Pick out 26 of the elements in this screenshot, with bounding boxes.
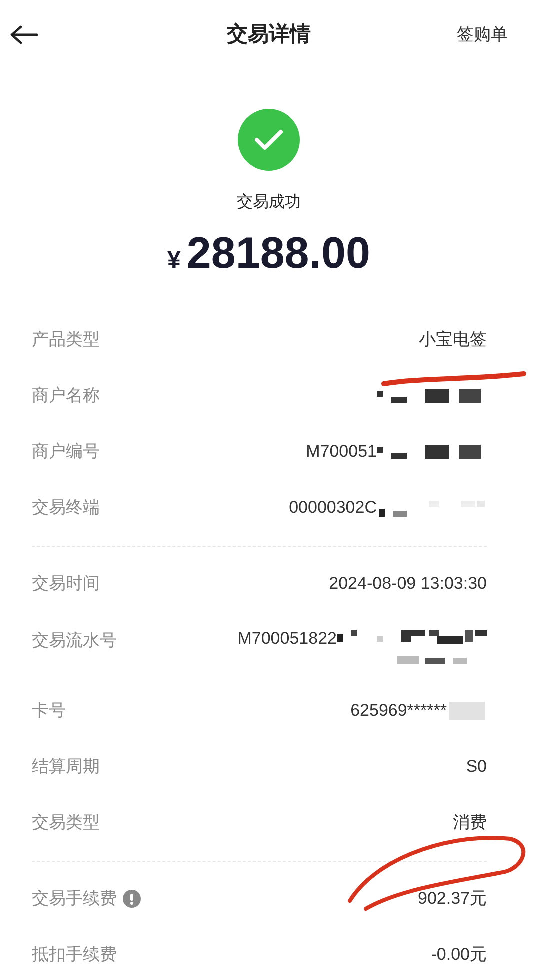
field-value: 00000302C — [289, 497, 377, 519]
field-value: 2024-08-09 13:03:30 — [329, 573, 487, 595]
field-value: M700051 — [306, 441, 377, 463]
sign-slip-link[interactable]: 签购单 — [457, 22, 508, 48]
page-title: 交易详情 — [227, 22, 311, 48]
field-value: 小宝电签 — [419, 329, 487, 351]
amount-value: 28188.00 — [186, 229, 370, 279]
field-label: 卡号 — [32, 700, 66, 722]
field-value: M700051822 — [238, 628, 337, 650]
field-value: -0.00元 — [431, 944, 487, 966]
field-label: 商户编号 — [32, 441, 100, 464]
status-text: 交易成功 — [237, 192, 301, 213]
field-label: 抵扣手续费 — [32, 944, 117, 966]
field-label: 交易时间 — [32, 573, 100, 596]
field-label: 交易流水号 — [32, 630, 117, 652]
field-value: 消费 — [453, 812, 487, 834]
field-label: 商户名称 — [32, 385, 100, 408]
field-value: S0 — [466, 756, 487, 778]
field-label: 交易类型 — [32, 812, 100, 834]
field-value: 625969****** — [350, 700, 447, 722]
field-label: 交易手续费 — [32, 888, 117, 910]
field-label: 产品类型 — [32, 329, 100, 352]
field-label: 结算周期 — [32, 756, 100, 778]
field-label: 交易终端 — [32, 497, 100, 520]
field-value: 902.37元 — [418, 888, 487, 910]
currency-symbol: ¥ — [168, 246, 181, 276]
